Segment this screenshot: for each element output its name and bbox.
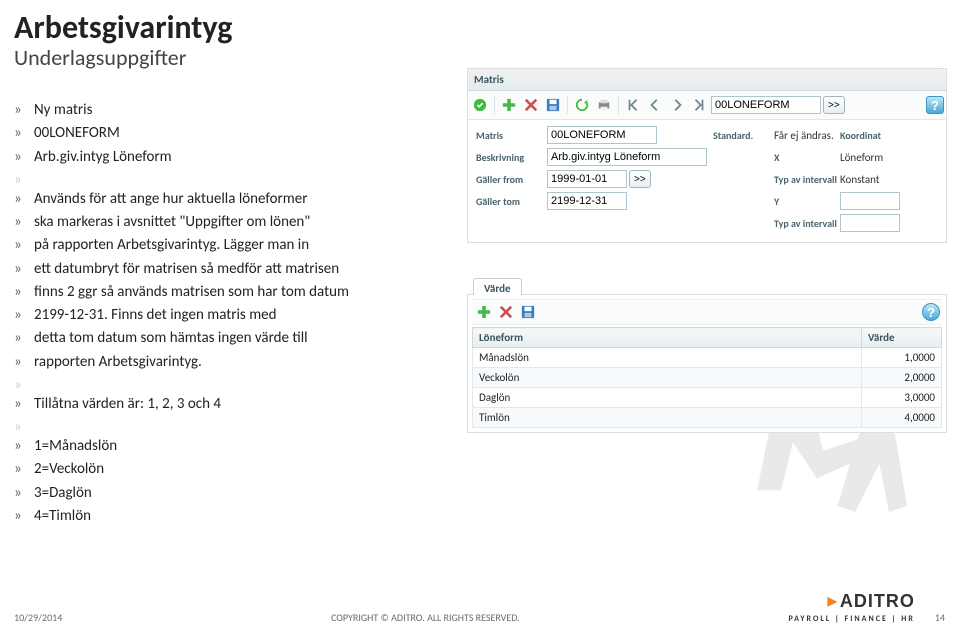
list-item [14, 170, 454, 186]
logo-tagline: PAYROLL | FINANCE | HR [788, 614, 914, 624]
list-item: ska markeras i avsnittet "Uppgifter om l… [14, 212, 454, 232]
date-go-button[interactable]: >> [629, 170, 651, 188]
y-field[interactable] [840, 192, 900, 210]
delete-icon[interactable] [521, 95, 541, 115]
help-icon[interactable]: ? [922, 303, 940, 321]
footer-copyright: COPYRIGHT © ADITRO. ALL RIGHTS RESERVED. [331, 611, 520, 624]
list-item: 2=Veckolön [14, 459, 454, 479]
delete-icon[interactable] [496, 302, 516, 322]
list-item: Arb.giv.intyg Löneform [14, 147, 454, 167]
cell-name: Månadslön [473, 348, 862, 368]
list-item: rapporten Arbetsgivarintyg. [14, 352, 454, 372]
col-loneform[interactable]: Löneform [473, 328, 862, 348]
page-subtitle: Underlagsuppgifter [14, 44, 186, 71]
list-item: 3=Daglön [14, 483, 454, 503]
beskrivning-label: Beskrivning [476, 151, 541, 164]
separator-icon [567, 96, 568, 114]
y-label: Y [774, 195, 834, 208]
refresh-icon[interactable] [572, 95, 592, 115]
varde-table: Löneform Värde Månadslön1,0000 Veckolön2… [472, 327, 942, 428]
separator-icon [618, 96, 619, 114]
list-item: på rapporten Arbetsgivarintyg. Lägger ma… [14, 235, 454, 255]
col-varde[interactable]: Värde [862, 328, 942, 348]
typ-av-intervall2-field[interactable] [840, 214, 900, 232]
first-icon[interactable] [623, 95, 643, 115]
help-icon[interactable]: ? [926, 96, 944, 114]
varde-section: Värde ? Löneform Värde Månadslön1 [467, 278, 947, 433]
save-icon[interactable] [518, 302, 538, 322]
galler-tom-label: Gäller tom [476, 195, 541, 208]
matris-panel: Matris [467, 68, 947, 243]
go-button[interactable]: >> [823, 96, 845, 114]
lookup-input[interactable] [711, 96, 821, 114]
standard-label: Standard. [713, 129, 768, 142]
typ-av-intervall-value: Konstant [840, 173, 938, 186]
footer-date: 10/29/2014 [14, 611, 62, 624]
list-item [14, 375, 454, 391]
cell-name: Timlön [473, 408, 862, 428]
list-item: finns 2 ggr så används matrisen som har … [14, 282, 454, 302]
cell-name: Veckolön [473, 368, 862, 388]
x-label: X [774, 151, 834, 164]
koordinat-label: Koordinat [840, 129, 938, 142]
next-icon[interactable] [667, 95, 687, 115]
list-item [14, 417, 454, 433]
save-icon[interactable] [543, 95, 563, 115]
add-icon[interactable] [499, 95, 519, 115]
typ-av-intervall2-label: Typ av intervall [774, 217, 834, 230]
aditro-logo: ▶ ADITRO PAYROLL | FINANCE | HR [788, 591, 914, 624]
galler-from-field[interactable] [547, 170, 627, 188]
x-value: Löneform [840, 151, 938, 164]
form-grid: Matris Standard. Får ej ändras. Koordina… [468, 120, 946, 242]
standard-value: Får ej ändras. [774, 129, 834, 142]
galler-tom-field[interactable] [547, 192, 627, 210]
logo-text: ADITRO [840, 591, 915, 612]
list-item: Används för att ange hur aktuella lönefo… [14, 189, 454, 209]
tab-varde[interactable]: Värde [473, 278, 522, 295]
add-icon[interactable] [474, 302, 494, 322]
matris-label: Matris [476, 129, 541, 142]
cell-val: 4,0000 [862, 408, 942, 428]
beskrivning-field[interactable] [547, 148, 707, 166]
list-item: ett datumbryt för matrisen så medför att… [14, 259, 454, 279]
typ-av-intervall-label: Typ av intervall [774, 173, 834, 186]
matris-field[interactable] [547, 126, 657, 144]
reload-icon[interactable] [470, 95, 490, 115]
table-row[interactable]: Månadslön1,0000 [473, 348, 942, 368]
galler-from-label: Gäller from [476, 173, 541, 186]
page-title: Arbetsgivarintyg [14, 8, 232, 47]
print-icon[interactable] [594, 95, 614, 115]
cell-val: 3,0000 [862, 388, 942, 408]
list-item: 00LONEFORM [14, 123, 454, 143]
panel-toolbar: >> ? [468, 91, 946, 120]
panel-header: Matris [468, 69, 946, 91]
cell-val: 2,0000 [862, 368, 942, 388]
table-row[interactable]: Daglön3,0000 [473, 388, 942, 408]
cell-val: 1,0000 [862, 348, 942, 368]
footer: 10/29/2014 COPYRIGHT © ADITRO. ALL RIGHT… [0, 591, 959, 624]
cell-name: Daglön [473, 388, 862, 408]
list-item: Tillåtna värden är: 1, 2, 3 och 4 [14, 394, 454, 414]
list-item: Ny matris [14, 100, 454, 120]
separator-icon [494, 96, 495, 114]
list-item: 1=Månadslön [14, 436, 454, 456]
list-item: 4=Timlön [14, 506, 454, 526]
table-row[interactable]: Timlön4,0000 [473, 408, 942, 428]
table-row[interactable]: Veckolön2,0000 [473, 368, 942, 388]
prev-icon[interactable] [645, 95, 665, 115]
list-item: 2199-12-31. Finns det ingen matris med [14, 305, 454, 325]
page-number: 14 [935, 611, 945, 624]
bullet-list: Ny matris 00LONEFORM Arb.giv.intyg Lönef… [14, 100, 454, 529]
logo-arrow-icon: ▶ [828, 594, 837, 609]
list-item: detta tom datum som hämtas ingen värde t… [14, 328, 454, 348]
last-icon[interactable] [689, 95, 709, 115]
